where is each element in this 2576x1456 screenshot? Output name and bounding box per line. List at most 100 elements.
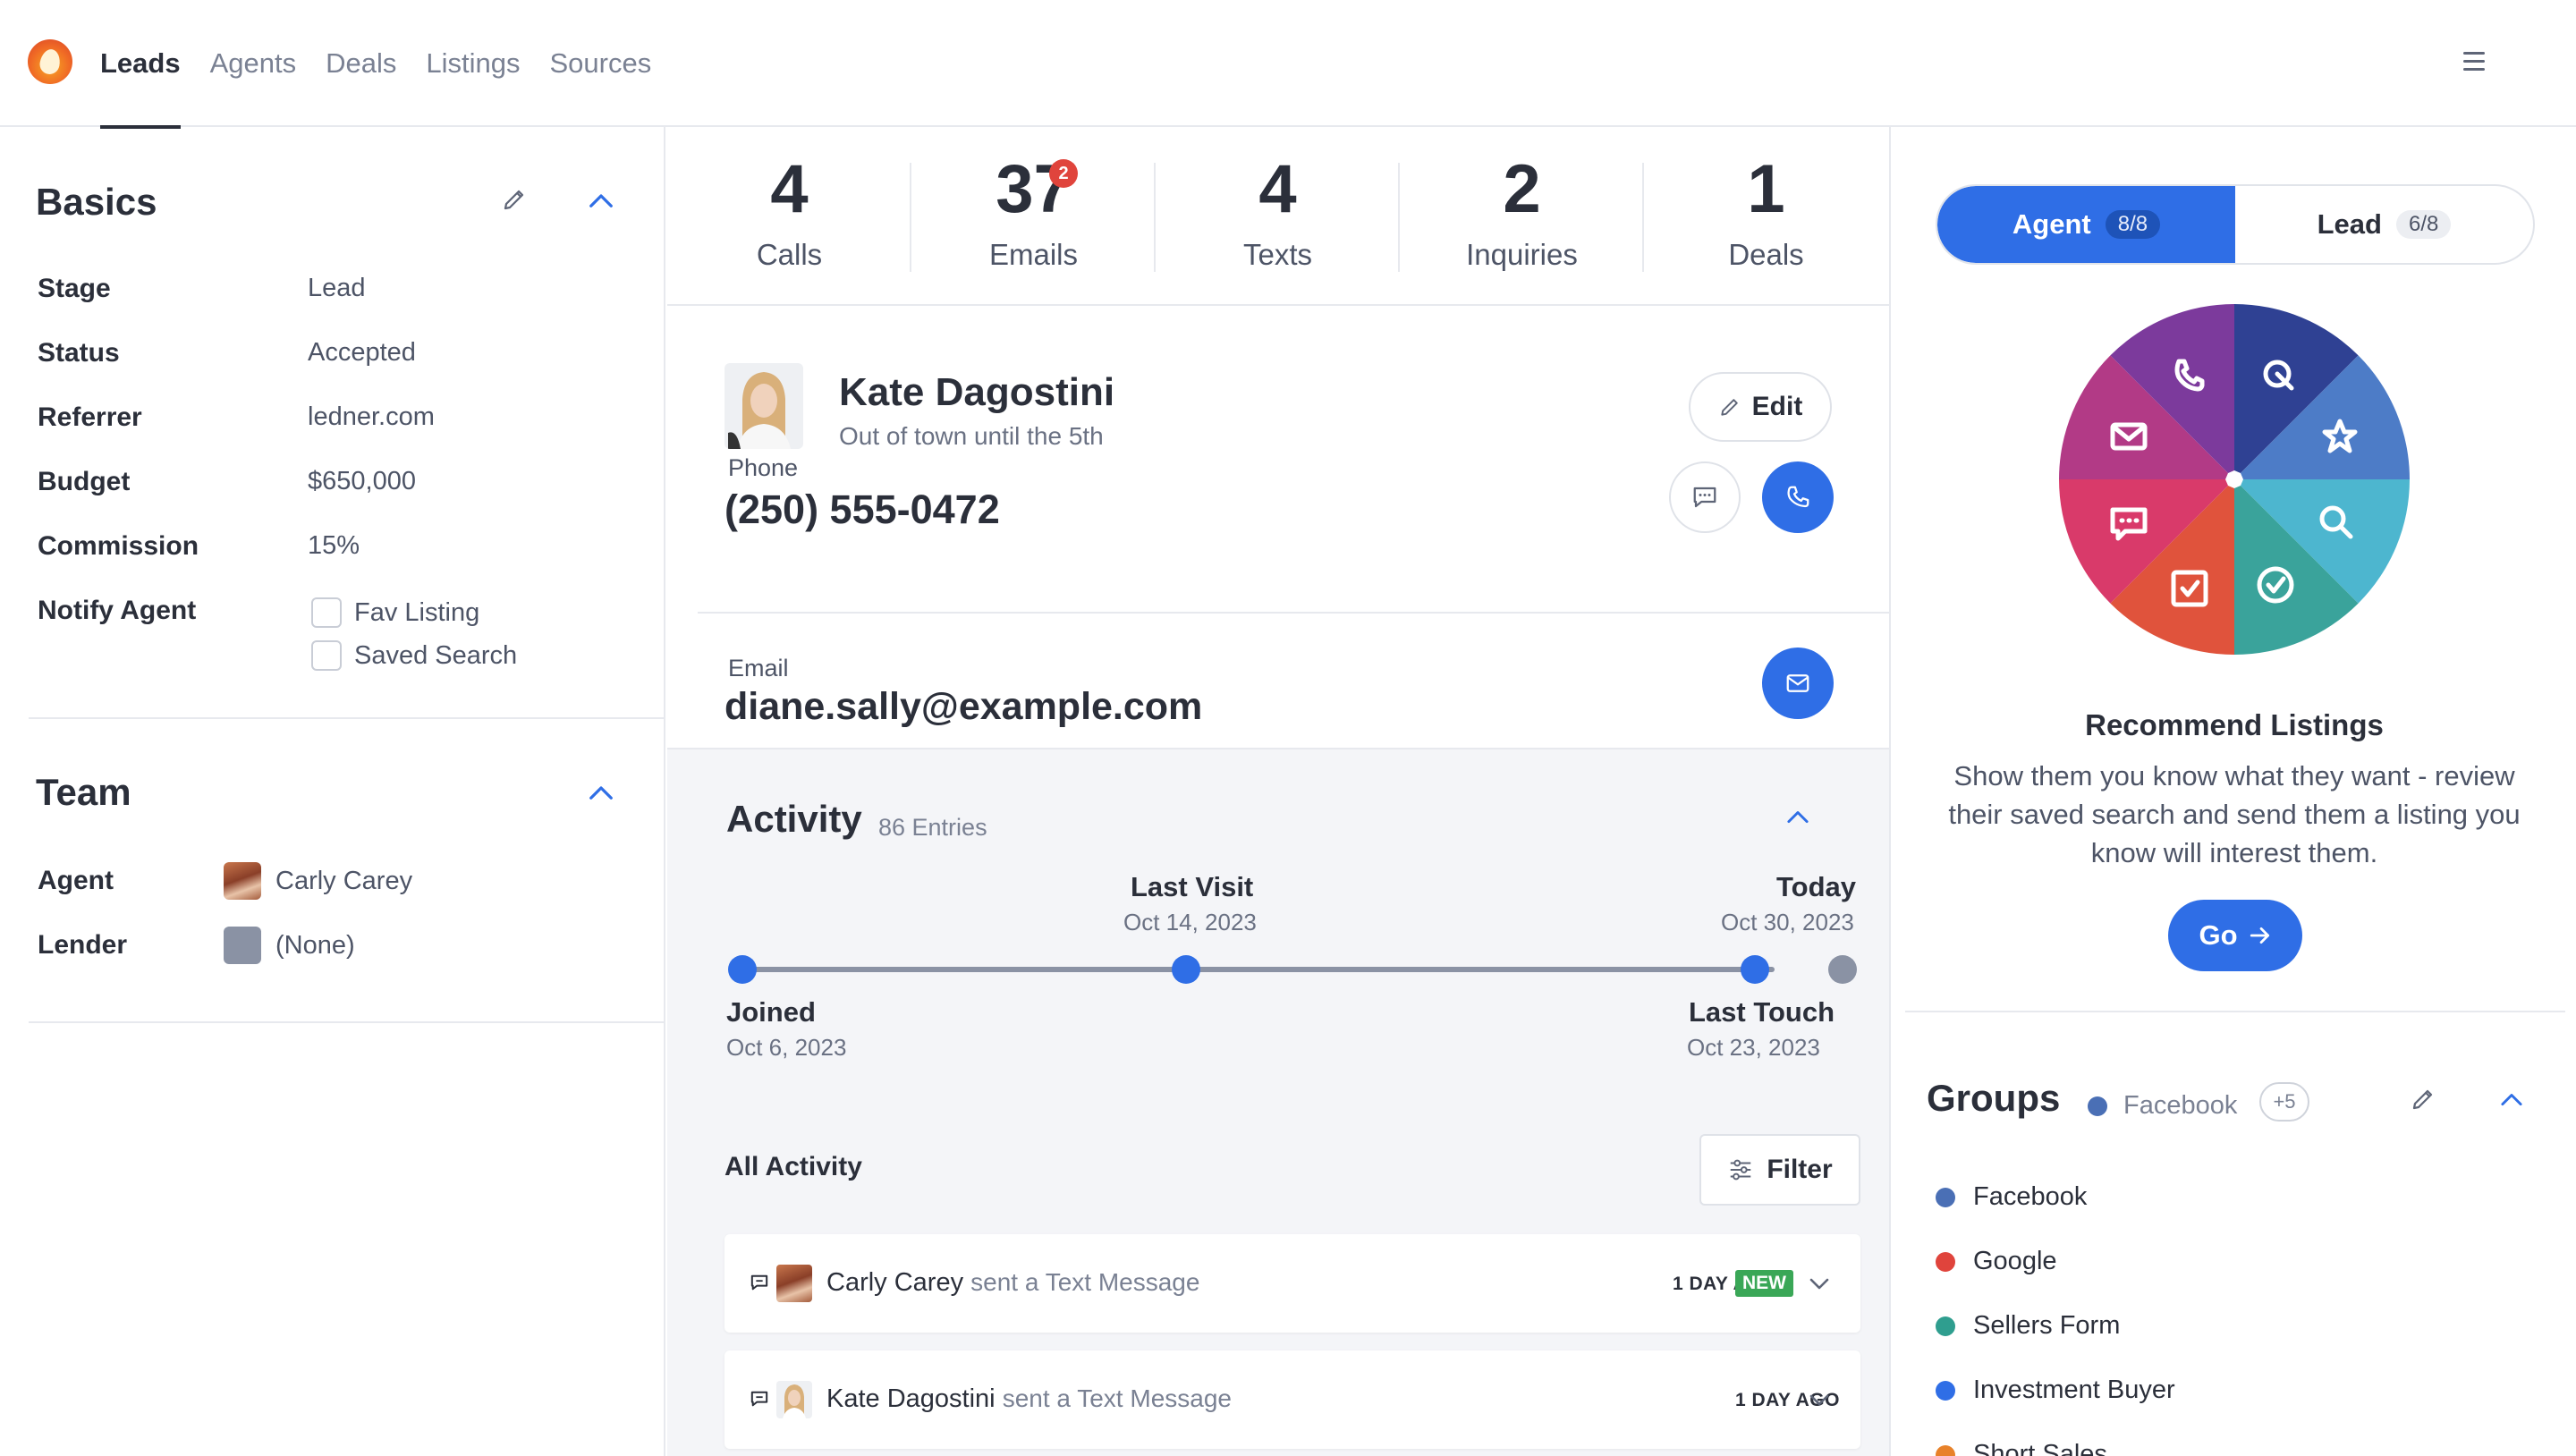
group-color-dot — [2088, 1096, 2107, 1116]
recommend-listings-description: Show them you know what they want - revi… — [1948, 760, 2521, 868]
stat-inquiries[interactable]: 2 Inquiries — [1400, 127, 1644, 306]
last-visit-date: Oct 14, 2023 — [1123, 909, 1257, 935]
saved-search-checkbox[interactable] — [311, 640, 342, 671]
group-name: Short Sales — [1973, 1440, 2107, 1456]
timeline-joined-dot[interactable] — [728, 955, 757, 984]
nav-leads[interactable]: Leads — [100, 0, 181, 129]
activity-title: Activity — [726, 798, 862, 840]
agent-lead-toggle: Agent 8/8 Lead 6/8 — [1936, 184, 2535, 265]
group-name: Facebook — [1973, 1182, 2088, 1211]
message-icon — [750, 1391, 768, 1407]
team-title: Team — [36, 771, 131, 813]
stat-emails[interactable]: 37 2 Emails — [911, 127, 1156, 306]
action-wheel — [2059, 304, 2410, 655]
group-item[interactable]: Short Sales — [1936, 1440, 2107, 1456]
stat-calls[interactable]: 4 Calls — [667, 127, 911, 306]
timeline-track — [742, 967, 1775, 972]
basics-title: Basics — [36, 181, 157, 223]
timeline-last-visit-dot[interactable] — [1172, 955, 1200, 984]
group-color-dot — [1936, 1444, 1955, 1456]
edit-pencil-icon[interactable] — [501, 186, 528, 213]
groups-summary: Facebook — [2088, 1091, 2237, 1121]
stat-value: 1 — [1747, 151, 1785, 227]
timeline-today-dot[interactable] — [1828, 955, 1857, 984]
top-nav: Leads Agents Deals Listings Sources — [0, 0, 2576, 129]
collapse-basics-chevron-up-icon[interactable] — [588, 191, 614, 209]
toggle-lead[interactable]: Lead 6/8 — [2235, 186, 2533, 263]
lead-count: 6/8 — [2395, 210, 2452, 239]
nav-deals[interactable]: Deals — [326, 0, 396, 127]
timeline-last-touch-dot[interactable] — [1741, 955, 1769, 984]
collapse-groups-chevron-up-icon[interactable] — [2499, 1091, 2524, 1107]
lender-label: Lender — [38, 930, 128, 960]
group-color-dot — [1936, 1380, 1955, 1401]
stage-label: Stage — [38, 274, 111, 303]
user-avatar — [776, 1265, 812, 1302]
contact-divider — [698, 612, 1889, 614]
stat-texts[interactable]: 4 Texts — [1156, 127, 1400, 306]
send-text-button[interactable] — [1669, 461, 1741, 533]
app-logo[interactable] — [28, 39, 72, 84]
activity-row[interactable]: Kate Dagostini sent a Text Message 1 DAY… — [724, 1350, 1860, 1449]
expand-chevron-down-icon[interactable] — [1809, 1393, 1830, 1408]
saved-search-option[interactable]: Saved Search — [311, 640, 517, 671]
phone-value[interactable]: (250) 555-0472 — [724, 487, 1000, 533]
commission-label: Commission — [38, 531, 199, 561]
send-email-button[interactable] — [1762, 648, 1834, 719]
lead-avatar — [724, 363, 803, 449]
group-item[interactable]: Sellers Form — [1936, 1311, 2120, 1341]
group-item[interactable]: Google — [1936, 1247, 2057, 1276]
user-avatar — [776, 1381, 812, 1418]
email-value[interactable]: diane.sally@example.com — [724, 685, 1202, 729]
edit-groups-pencil-icon[interactable] — [2410, 1086, 2436, 1113]
go-button[interactable]: Go — [2168, 900, 2302, 971]
collapse-team-chevron-up-icon[interactable] — [588, 783, 614, 801]
section-divider — [29, 1021, 665, 1023]
pencil-icon — [1721, 399, 1738, 416]
lender-value[interactable]: (None) — [224, 927, 355, 964]
expand-chevron-down-icon[interactable] — [1809, 1277, 1830, 1291]
group-name: Sellers Form — [1973, 1311, 2121, 1340]
stat-deals[interactable]: 1 Deals — [1644, 127, 1888, 306]
menu-icon[interactable] — [2463, 52, 2485, 72]
last-touch-label: Last Touch — [1689, 996, 1835, 1028]
stage-value: Lead — [308, 274, 366, 302]
unread-badge: 2 — [1049, 159, 1078, 188]
nav-agents[interactable]: Agents — [210, 0, 297, 127]
stat-label: Texts — [1242, 238, 1313, 271]
today-label: Today — [1776, 871, 1856, 902]
group-item[interactable]: Facebook — [1936, 1182, 2087, 1212]
groups-title: Groups — [1927, 1077, 2061, 1119]
activity-row[interactable]: Carly Carey sent a Text Message 1 DAY AG… — [724, 1234, 1860, 1333]
lead-name: Kate Dagostini — [839, 370, 1115, 414]
edit-contact-button[interactable]: Edit — [1689, 372, 1832, 442]
agent-label: Agent — [38, 866, 114, 895]
toggle-agent[interactable]: Agent 8/8 — [1937, 186, 2235, 263]
last-touch-date: Oct 23, 2023 — [1687, 1034, 1820, 1061]
activity-actor: Kate Dagostini — [826, 1384, 996, 1413]
section-divider — [1905, 1011, 2565, 1012]
stat-label: Inquiries — [1466, 238, 1578, 271]
group-name: Investment Buyer — [1973, 1376, 2175, 1404]
agent-name: Carly Carey — [275, 866, 413, 895]
call-button[interactable] — [1762, 461, 1834, 533]
group-color-dot — [1936, 1316, 1955, 1336]
envelope-icon — [1786, 674, 1809, 692]
more-groups-badge[interactable]: +5 — [2259, 1082, 2309, 1122]
today-date: Oct 30, 2023 — [1721, 909, 1854, 935]
collapse-activity-chevron-up-icon[interactable] — [1785, 808, 1810, 825]
nav-links: Leads Agents Deals Listings Sources — [100, 0, 681, 129]
fav-listing-checkbox[interactable] — [311, 597, 342, 628]
agent-avatar — [224, 862, 261, 900]
stat-value: 37 — [996, 151, 1072, 227]
group-item[interactable]: Investment Buyer — [1936, 1376, 2175, 1405]
toggle-agent-label: Agent — [2012, 208, 2091, 240]
message-icon — [1693, 487, 1716, 508]
fav-listing-option[interactable]: Fav Listing — [311, 597, 479, 628]
nav-sources[interactable]: Sources — [550, 0, 652, 127]
nav-listings[interactable]: Listings — [426, 0, 520, 127]
filter-button[interactable]: Filter — [1699, 1134, 1860, 1206]
agent-value[interactable]: Carly Carey — [224, 862, 412, 900]
last-visit-label: Last Visit — [1131, 871, 1254, 902]
go-label: Go — [2199, 919, 2238, 951]
